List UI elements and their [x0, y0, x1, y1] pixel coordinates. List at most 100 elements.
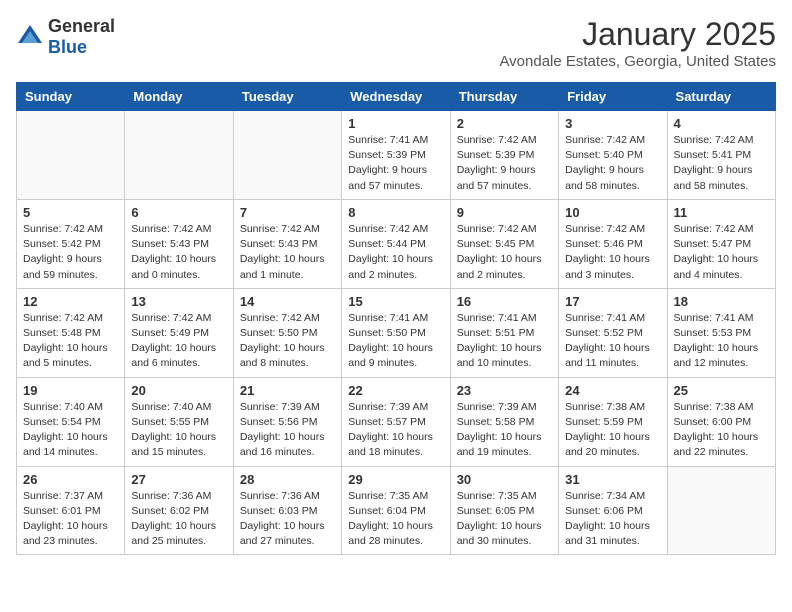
day-info: Sunrise: 7:34 AM Sunset: 6:06 PM Dayligh…	[565, 489, 660, 550]
calendar-table: SundayMondayTuesdayWednesdayThursdayFrid…	[16, 82, 776, 555]
calendar-cell: 8 Sunrise: 7:42 AM Sunset: 5:44 PM Daylig…	[342, 199, 450, 288]
day-info: Sunrise: 7:41 AM Sunset: 5:53 PM Dayligh…	[674, 311, 769, 372]
calendar-cell: 30 Sunrise: 7:35 AM Sunset: 6:05 PM Dayli…	[450, 466, 558, 555]
calendar-cell: 28 Sunrise: 7:36 AM Sunset: 6:03 PM Dayli…	[233, 466, 341, 555]
day-info: Sunrise: 7:42 AM Sunset: 5:43 PM Dayligh…	[240, 222, 335, 283]
day-info: Sunrise: 7:39 AM Sunset: 5:56 PM Dayligh…	[240, 400, 335, 461]
day-info: Sunrise: 7:40 AM Sunset: 5:55 PM Dayligh…	[131, 400, 226, 461]
calendar-cell	[17, 111, 125, 200]
calendar-cell: 24Sunrise: 7:38 AM Sunset: 5:59 PM Dayli…	[559, 377, 667, 466]
day-number: 24	[565, 383, 660, 398]
day-info: Sunrise: 7:36 AM Sunset: 6:02 PM Dayligh…	[131, 489, 226, 550]
calendar-cell: 11 Sunrise: 7:42 AM Sunset: 5:47 PM Dayli…	[667, 199, 775, 288]
day-number: 8	[348, 205, 443, 220]
calendar-cell: 2 Sunrise: 7:42 AM Sunset: 5:39 PM Daylig…	[450, 111, 558, 200]
calendar-cell: 9 Sunrise: 7:42 AM Sunset: 5:45 PM Daylig…	[450, 199, 558, 288]
day-number: 19	[23, 383, 118, 398]
calendar-cell: 19 Sunrise: 7:40 AM Sunset: 5:54 PM Dayli…	[17, 377, 125, 466]
day-number: 14	[240, 294, 335, 309]
calendar-cell: 13 Sunrise: 7:42 AM Sunset: 5:49 PM Dayli…	[125, 288, 233, 377]
day-info: Sunrise: 7:42 AM Sunset: 5:44 PM Dayligh…	[348, 222, 443, 283]
calendar-cell: 14 Sunrise: 7:42 AM Sunset: 5:50 PM Dayli…	[233, 288, 341, 377]
calendar-week-row: 26 Sunrise: 7:37 AM Sunset: 6:01 PM Dayli…	[17, 466, 776, 555]
day-info: Sunrise: 7:41 AM Sunset: 5:52 PM Dayligh…	[565, 311, 660, 372]
day-number: 21	[240, 383, 335, 398]
day-info: Sunrise: 7:41 AM Sunset: 5:50 PM Dayligh…	[348, 311, 443, 372]
day-info: Sunrise: 7:42 AM Sunset: 5:46 PM Dayligh…	[565, 222, 660, 283]
calendar-subtitle: Avondale Estates, Georgia, United States	[499, 53, 776, 70]
day-number: 7	[240, 205, 335, 220]
calendar-week-row: 12 Sunrise: 7:42 AM Sunset: 5:48 PM Dayli…	[17, 288, 776, 377]
calendar-cell: 25 Sunrise: 7:38 AM Sunset: 6:00 PM Dayli…	[667, 377, 775, 466]
day-header-saturday: Saturday	[667, 83, 775, 111]
day-number: 4	[674, 116, 769, 131]
day-info: Sunrise: 7:38 AM Sunset: 6:00 PM Dayligh…	[674, 400, 769, 461]
day-number: 22	[348, 383, 443, 398]
day-header-wednesday: Wednesday	[342, 83, 450, 111]
day-number: 10	[565, 205, 660, 220]
logo: General Blue	[16, 16, 115, 58]
page-header: General Blue January 2025 Avondale Estat…	[16, 16, 776, 70]
day-info: Sunrise: 7:42 AM Sunset: 5:50 PM Dayligh…	[240, 311, 335, 372]
calendar-cell: 10 Sunrise: 7:42 AM Sunset: 5:46 PM Dayli…	[559, 199, 667, 288]
calendar-cell: 22 Sunrise: 7:39 AM Sunset: 5:57 PM Dayli…	[342, 377, 450, 466]
day-number: 9	[457, 205, 552, 220]
calendar-cell: 29Sunrise: 7:35 AM Sunset: 6:04 PM Dayli…	[342, 466, 450, 555]
day-info: Sunrise: 7:36 AM Sunset: 6:03 PM Dayligh…	[240, 489, 335, 550]
calendar-week-row: 19 Sunrise: 7:40 AM Sunset: 5:54 PM Dayli…	[17, 377, 776, 466]
calendar-cell: 4 Sunrise: 7:42 AM Sunset: 5:41 PM Daylig…	[667, 111, 775, 200]
title-block: January 2025 Avondale Estates, Georgia, …	[499, 16, 776, 70]
day-header-thursday: Thursday	[450, 83, 558, 111]
day-number: 11	[674, 205, 769, 220]
day-info: Sunrise: 7:42 AM Sunset: 5:40 PM Dayligh…	[565, 133, 660, 194]
day-number: 2	[457, 116, 552, 131]
logo-blue: Blue	[48, 37, 87, 57]
day-number: 18	[674, 294, 769, 309]
day-number: 12	[23, 294, 118, 309]
day-number: 15	[348, 294, 443, 309]
day-info: Sunrise: 7:42 AM Sunset: 5:45 PM Dayligh…	[457, 222, 552, 283]
calendar-cell: 21 Sunrise: 7:39 AM Sunset: 5:56 PM Dayli…	[233, 377, 341, 466]
day-number: 26	[23, 472, 118, 487]
day-info: Sunrise: 7:42 AM Sunset: 5:48 PM Dayligh…	[23, 311, 118, 372]
day-header-tuesday: Tuesday	[233, 83, 341, 111]
day-number: 25	[674, 383, 769, 398]
day-number: 5	[23, 205, 118, 220]
day-number: 3	[565, 116, 660, 131]
calendar-cell: 18 Sunrise: 7:41 AM Sunset: 5:53 PM Dayli…	[667, 288, 775, 377]
day-info: Sunrise: 7:42 AM Sunset: 5:43 PM Dayligh…	[131, 222, 226, 283]
day-header-monday: Monday	[125, 83, 233, 111]
day-info: Sunrise: 7:42 AM Sunset: 5:41 PM Dayligh…	[674, 133, 769, 194]
day-info: Sunrise: 7:40 AM Sunset: 5:54 PM Dayligh…	[23, 400, 118, 461]
calendar-cell: 3 Sunrise: 7:42 AM Sunset: 5:40 PM Daylig…	[559, 111, 667, 200]
day-number: 27	[131, 472, 226, 487]
day-number: 20	[131, 383, 226, 398]
day-info: Sunrise: 7:41 AM Sunset: 5:51 PM Dayligh…	[457, 311, 552, 372]
calendar-cell: 31Sunrise: 7:34 AM Sunset: 6:06 PM Dayli…	[559, 466, 667, 555]
calendar-cell: 26 Sunrise: 7:37 AM Sunset: 6:01 PM Dayli…	[17, 466, 125, 555]
day-number: 23	[457, 383, 552, 398]
calendar-cell: 6 Sunrise: 7:42 AM Sunset: 5:43 PM Daylig…	[125, 199, 233, 288]
calendar-cell: 23Sunrise: 7:39 AM Sunset: 5:58 PM Dayli…	[450, 377, 558, 466]
day-info: Sunrise: 7:42 AM Sunset: 5:47 PM Dayligh…	[674, 222, 769, 283]
calendar-cell: 12 Sunrise: 7:42 AM Sunset: 5:48 PM Dayli…	[17, 288, 125, 377]
day-info: Sunrise: 7:35 AM Sunset: 6:05 PM Dayligh…	[457, 489, 552, 550]
day-number: 13	[131, 294, 226, 309]
logo-icon	[16, 23, 44, 51]
calendar-cell	[233, 111, 341, 200]
day-info: Sunrise: 7:39 AM Sunset: 5:57 PM Dayligh…	[348, 400, 443, 461]
calendar-week-row: 1Sunrise: 7:41 AM Sunset: 5:39 PM Daylig…	[17, 111, 776, 200]
day-number: 30	[457, 472, 552, 487]
calendar-cell: 20 Sunrise: 7:40 AM Sunset: 5:55 PM Dayli…	[125, 377, 233, 466]
calendar-cell	[667, 466, 775, 555]
calendar-cell: 27 Sunrise: 7:36 AM Sunset: 6:02 PM Dayli…	[125, 466, 233, 555]
day-number: 6	[131, 205, 226, 220]
calendar-cell	[125, 111, 233, 200]
day-header-friday: Friday	[559, 83, 667, 111]
day-info: Sunrise: 7:37 AM Sunset: 6:01 PM Dayligh…	[23, 489, 118, 550]
day-info: Sunrise: 7:42 AM Sunset: 5:39 PM Dayligh…	[457, 133, 552, 194]
logo-general: General	[48, 16, 115, 36]
day-info: Sunrise: 7:42 AM Sunset: 5:49 PM Dayligh…	[131, 311, 226, 372]
calendar-cell: 7 Sunrise: 7:42 AM Sunset: 5:43 PM Daylig…	[233, 199, 341, 288]
day-number: 28	[240, 472, 335, 487]
